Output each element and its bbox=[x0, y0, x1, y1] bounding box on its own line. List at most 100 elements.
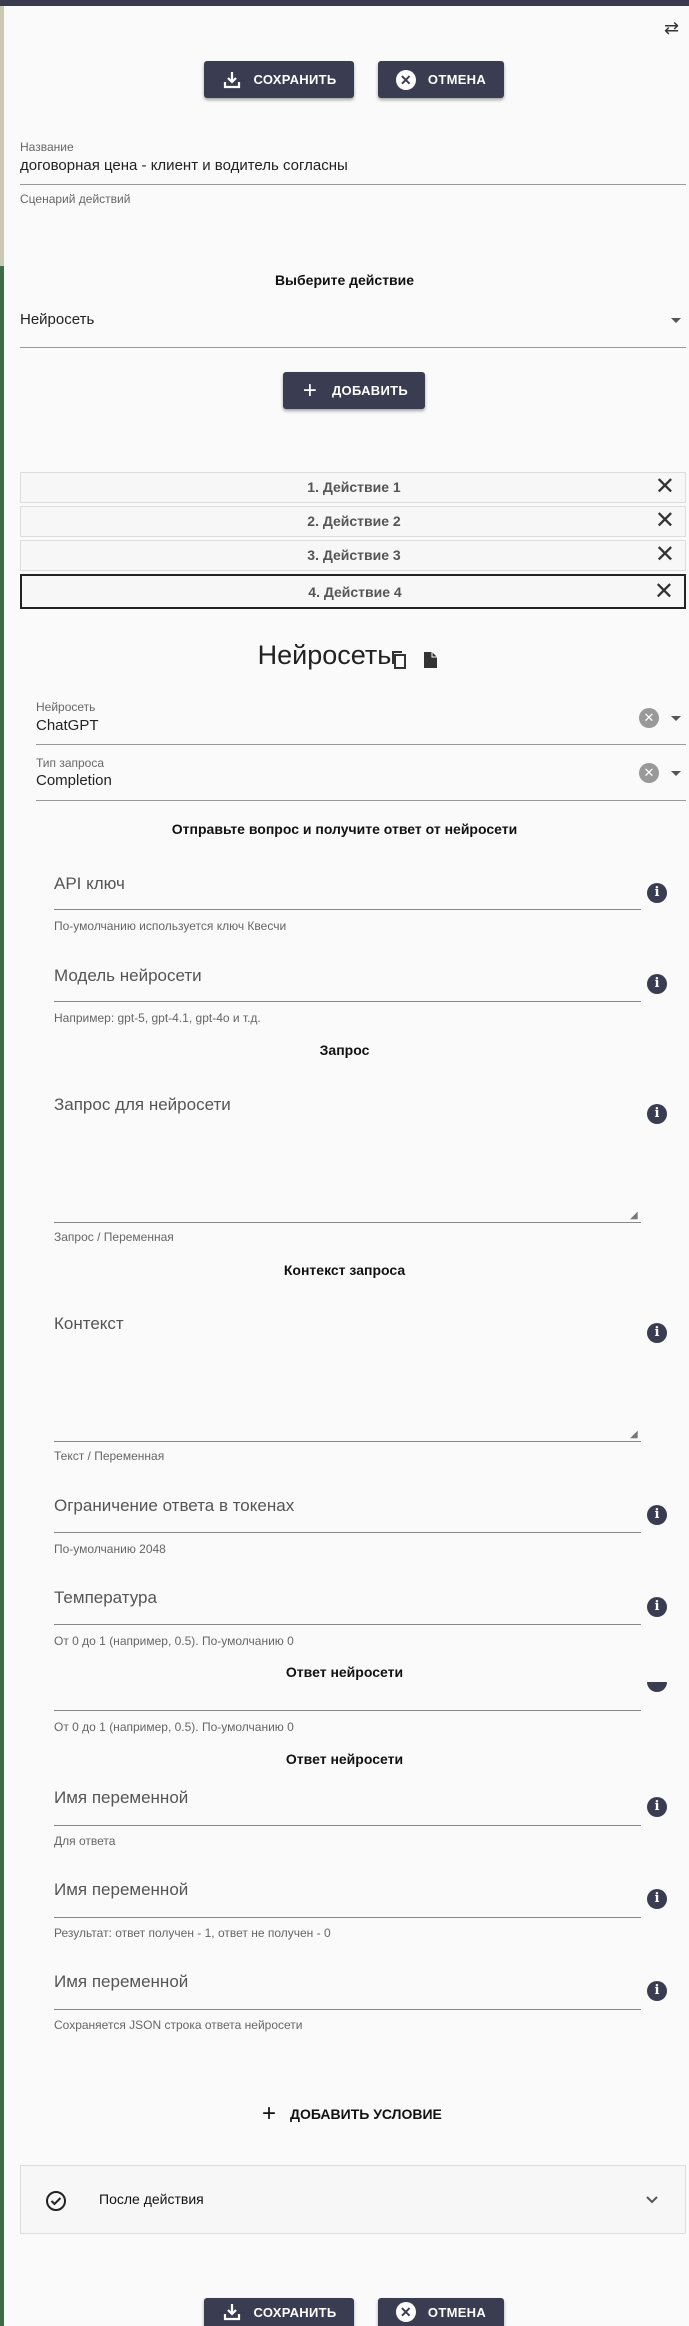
action-item-3[interactable]: 3. Действие 3 ✕ bbox=[20, 540, 686, 571]
context-textarea[interactable]: Контекст bbox=[54, 1314, 124, 1334]
tokens-input[interactable]: Ограничение ответа в токенах bbox=[54, 1496, 294, 1516]
info-icon[interactable]: i bbox=[647, 1981, 667, 2001]
action-item-1[interactable]: 1. Действие 1 ✕ bbox=[20, 472, 686, 503]
context-underline bbox=[54, 1441, 641, 1442]
var1-helper: Для ответа bbox=[54, 1834, 116, 1848]
temperature-underline-dup bbox=[54, 1710, 641, 1711]
model-helper: Например: gpt-5, gpt-4.1, gpt-4o и т.д. bbox=[54, 1011, 261, 1025]
request-title: Запрос bbox=[319, 1042, 370, 1058]
download-icon bbox=[222, 70, 242, 90]
copy-icon[interactable] bbox=[390, 646, 408, 677]
save-label: СОХРАНИТЬ bbox=[253, 2304, 337, 2320]
resize-handle[interactable]: ◢ bbox=[630, 1210, 638, 1221]
network-select[interactable]: ChatGPT bbox=[36, 717, 99, 734]
after-action-accordion[interactable]: После действия bbox=[20, 2165, 686, 2234]
action-item-label: 3. Действие 3 bbox=[307, 547, 401, 563]
info-icon[interactable]: i bbox=[647, 1889, 667, 1909]
request-helper: Запрос / Переменная bbox=[54, 1230, 174, 1244]
var3-helper: Сохраняется JSON строка ответа нейросети bbox=[54, 2018, 303, 2032]
var3-underline bbox=[54, 2009, 641, 2010]
chevron-down-icon[interactable] bbox=[671, 716, 681, 721]
close-circle-icon: ✕ bbox=[395, 69, 416, 90]
cancel-label: ОТМЕНА bbox=[427, 2304, 487, 2320]
close-icon[interactable]: ✕ bbox=[655, 543, 675, 567]
close-icon[interactable]: ✕ bbox=[655, 475, 675, 499]
plus-icon: + bbox=[302, 376, 318, 404]
temperature-helper-dup: От 0 до 1 (например, 0.5). По-умолчанию … bbox=[54, 1720, 294, 1734]
var3-input[interactable]: Имя переменной bbox=[54, 1972, 188, 1992]
tokens-helper: По-умолчанию 2048 bbox=[54, 1542, 166, 1556]
close-circle-icon: ✕ bbox=[395, 2302, 416, 2322]
var1-underline bbox=[54, 1825, 641, 1826]
network-underline bbox=[36, 744, 686, 745]
request-type-label: Тип запроса bbox=[36, 756, 105, 770]
info-icon[interactable]: i bbox=[647, 1797, 667, 1817]
chevron-down-icon[interactable] bbox=[645, 2192, 659, 2210]
after-action-label: После действия bbox=[99, 2191, 204, 2207]
action-item-4[interactable]: 4. Действие 4 ✕ bbox=[20, 574, 686, 609]
var1-input[interactable]: Имя переменной bbox=[54, 1788, 188, 1808]
save-label: СОХРАНИТЬ bbox=[253, 72, 337, 87]
paste-icon[interactable] bbox=[422, 646, 440, 677]
info-icon[interactable]: i bbox=[647, 883, 667, 903]
request-textarea[interactable]: Запрос для нейросети bbox=[54, 1095, 231, 1115]
cancel-button-bottom[interactable]: ✕ ОТМЕНА bbox=[378, 2298, 504, 2326]
model-input[interactable]: Модель нейросети bbox=[54, 966, 202, 986]
info-icon[interactable]: i bbox=[647, 1323, 667, 1343]
request-type-underline bbox=[36, 800, 686, 801]
tokens-underline bbox=[54, 1532, 641, 1533]
plus-icon: + bbox=[262, 2100, 277, 2127]
name-underline bbox=[20, 184, 686, 185]
info-icon bbox=[647, 1682, 667, 1692]
close-icon[interactable]: ✕ bbox=[654, 580, 674, 604]
response-title-overlap: Ответ нейросети bbox=[285, 1664, 404, 1680]
download-icon bbox=[222, 2302, 242, 2322]
var2-underline bbox=[54, 1917, 641, 1918]
chevron-down-icon[interactable] bbox=[671, 318, 681, 323]
action-item-label: 4. Действие 4 bbox=[308, 584, 402, 600]
response-title: Ответ нейросети bbox=[285, 1751, 404, 1767]
info-icon[interactable]: i bbox=[647, 1505, 667, 1525]
clear-icon[interactable]: ✕ bbox=[639, 763, 659, 783]
top-bar bbox=[0, 0, 689, 6]
var2-helper: Результат: ответ получен - 1, ответ не п… bbox=[54, 1926, 331, 1940]
scenario-label: Сценарий действий bbox=[20, 192, 131, 206]
chevron-down-icon[interactable] bbox=[671, 771, 681, 776]
action-item-2[interactable]: 2. Действие 2 ✕ bbox=[20, 506, 686, 537]
add-condition-button[interactable]: + ДОБАВИТЬ УСЛОВИЕ bbox=[262, 2100, 442, 2128]
api-key-underline bbox=[54, 909, 641, 910]
var2-input[interactable]: Имя переменной bbox=[54, 1880, 188, 1900]
neural-title: Нейросеть bbox=[0, 640, 689, 671]
section-title: Отправьте вопрос и получите ответ от ней… bbox=[171, 821, 518, 837]
choose-action-title: Выберите действие bbox=[274, 272, 415, 288]
info-icon[interactable]: i bbox=[647, 974, 667, 994]
request-type-select[interactable]: Completion bbox=[36, 772, 112, 789]
add-label: ДОБАВИТЬ bbox=[331, 383, 409, 398]
temperature-helper: От 0 до 1 (например, 0.5). По-умолчанию … bbox=[54, 1634, 294, 1648]
resize-handle[interactable]: ◢ bbox=[630, 1429, 638, 1440]
action-item-label: 1. Действие 1 bbox=[307, 479, 401, 495]
save-button[interactable]: СОХРАНИТЬ bbox=[204, 61, 354, 98]
name-label: Название bbox=[20, 140, 74, 154]
cancel-button[interactable]: ✕ ОТМЕНА bbox=[378, 61, 504, 98]
action-select-underline bbox=[20, 347, 686, 348]
clear-icon[interactable]: ✕ bbox=[639, 708, 659, 728]
temperature-input[interactable]: Температура bbox=[54, 1588, 157, 1608]
add-action-button[interactable]: + ДОБАВИТЬ bbox=[283, 372, 425, 409]
info-icon[interactable]: i bbox=[647, 1104, 667, 1124]
api-key-input[interactable]: API ключ bbox=[54, 874, 125, 894]
add-condition-label: ДОБАВИТЬ УСЛОВИЕ bbox=[290, 2106, 442, 2122]
save-button-bottom[interactable]: СОХРАНИТЬ bbox=[204, 2298, 354, 2326]
left-edge-strip bbox=[0, 6, 4, 2326]
model-underline bbox=[54, 1001, 641, 1002]
swap-arrows-icon[interactable]: ⇄ bbox=[664, 18, 679, 39]
info-icon[interactable]: i bbox=[647, 1597, 667, 1617]
cancel-label: ОТМЕНА bbox=[427, 72, 487, 87]
action-select[interactable]: Нейросеть bbox=[20, 311, 94, 328]
close-icon[interactable]: ✕ bbox=[655, 509, 675, 533]
api-key-helper: По-умолчанию используется ключ Квесчи bbox=[54, 919, 287, 933]
action-item-label: 2. Действие 2 bbox=[307, 513, 401, 529]
context-helper: Текст / Переменная bbox=[54, 1449, 165, 1463]
neural-title-text: Нейросеть bbox=[257, 640, 392, 670]
name-field[interactable]: договорная цена - клиент и водитель согл… bbox=[20, 157, 348, 174]
